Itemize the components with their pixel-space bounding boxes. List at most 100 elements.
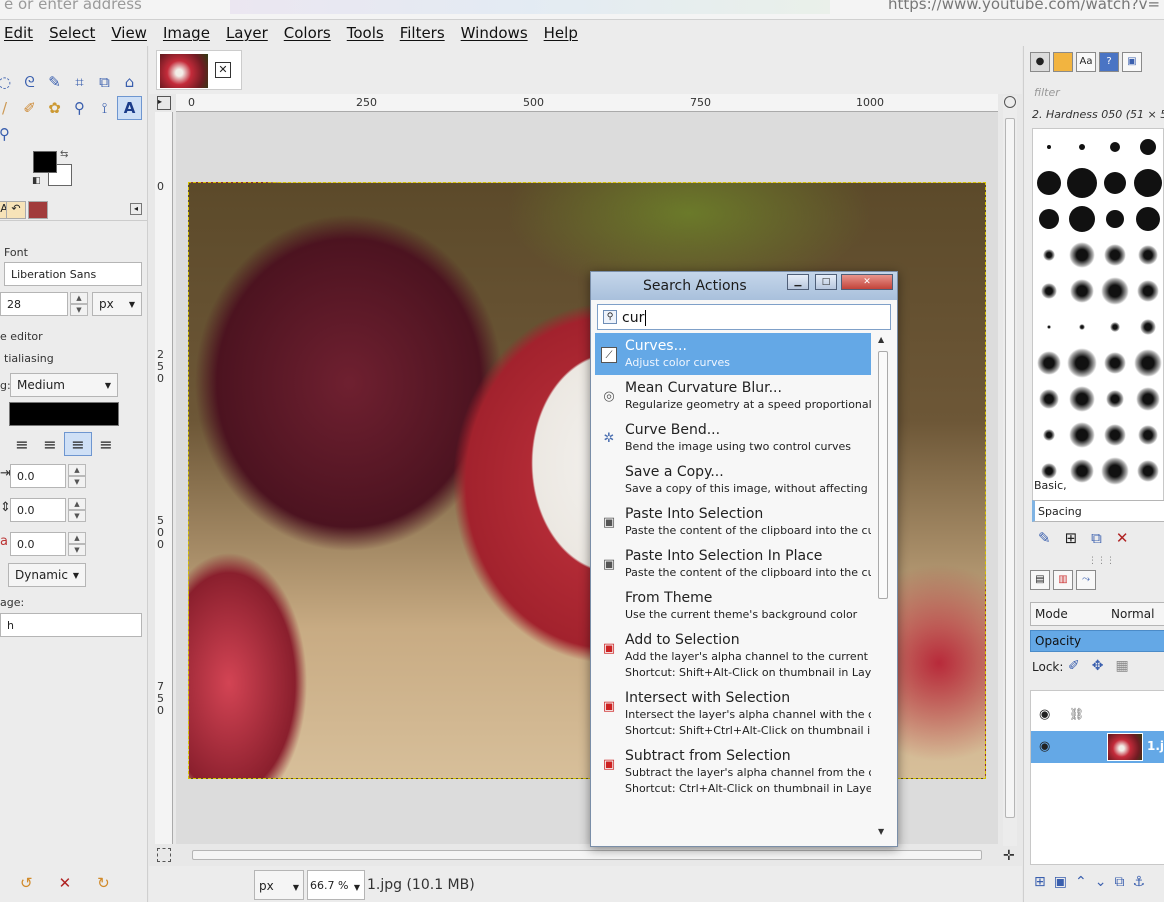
warp-icon[interactable]: ⌂ (117, 70, 142, 94)
brushes-tab-icon[interactable]: ● (1030, 52, 1050, 72)
brush-thumbnail[interactable] (1134, 169, 1162, 197)
list-item[interactable]: ◎ Mean Curvature Blur... Regularize geom… (595, 375, 871, 417)
brush-grid[interactable] (1032, 128, 1164, 514)
maximize-icon[interactable]: □ (815, 274, 837, 290)
brush-thumbnail[interactable] (1104, 424, 1126, 446)
raise-layer-icon[interactable]: ⌃ (1075, 874, 1087, 890)
brush-filter-input[interactable]: filter (1034, 86, 1060, 99)
free-select-icon[interactable]: ◌ (0, 70, 17, 94)
reset-colors-icon[interactable]: ◧ (32, 176, 41, 186)
line-spacing-field[interactable]: 0.0 (10, 498, 66, 522)
images-tab-icon[interactable] (28, 201, 48, 219)
lower-layer-icon[interactable]: ⌄ (1095, 874, 1107, 890)
eye-icon[interactable]: ◉ (1039, 707, 1050, 722)
brush-thumbnail[interactable] (1043, 249, 1055, 261)
brush-thumbnail[interactable] (1037, 171, 1061, 195)
document-tab-icon[interactable]: ▣ (1122, 52, 1142, 72)
list-item[interactable]: ▣ Add to Selection Add the layer's alpha… (595, 627, 871, 685)
size-field[interactable]: 28 (0, 292, 68, 316)
crop-icon[interactable]: ⌗ (67, 70, 92, 94)
close-icon[interactable]: ✕ (841, 274, 893, 290)
brush-thumbnail[interactable] (1138, 425, 1158, 445)
brush-thumbnail[interactable] (1140, 139, 1156, 155)
hinting-select[interactable]: Medium ▼ (10, 373, 118, 397)
brush-thumbnail[interactable] (1067, 348, 1097, 378)
language-field[interactable]: h (0, 613, 142, 637)
zoom-icon[interactable]: ⚲ (0, 122, 17, 146)
clone-icon[interactable]: ✿ (42, 96, 67, 120)
brush-thumbnail[interactable] (1104, 352, 1126, 374)
ruler-menu-icon[interactable]: ▸ (157, 96, 171, 110)
navigate-icon[interactable]: ✛ (1003, 848, 1015, 864)
new-brush-icon[interactable]: ⊞ (1065, 529, 1078, 547)
brush-icon[interactable]: ✐ (17, 96, 42, 120)
delete-icon[interactable]: ✕ (59, 874, 72, 892)
paths-tab-icon[interactable]: ⤳ (1076, 570, 1096, 590)
spacing-slider[interactable]: Spacing (1032, 500, 1164, 522)
letter-spacing-stepper[interactable]: ▲ ▼ (68, 532, 86, 556)
brush-thumbnail[interactable] (1110, 142, 1120, 152)
layer-row[interactable]: ◉ ⛓ (1031, 699, 1164, 731)
duplicate-layer-icon[interactable]: ⧉ (1114, 874, 1124, 890)
new-layer-icon[interactable]: ⊞ (1034, 874, 1046, 890)
transform-icon[interactable]: ⧉ (92, 70, 117, 94)
justify-center-icon[interactable]: ≡ (64, 432, 92, 456)
menu-edit[interactable]: Edit (0, 24, 41, 42)
quick-mask-icon[interactable] (157, 848, 171, 862)
layer-mode-select[interactable]: Mode Normal (1030, 602, 1164, 626)
font-field[interactable]: Liberation Sans (4, 262, 142, 286)
lasso-icon[interactable]: ᘓ (17, 70, 42, 94)
justify-right-icon[interactable]: ≡ (36, 432, 64, 456)
brush-thumbnail[interactable] (1137, 280, 1159, 302)
image-tab[interactable]: ✕ (156, 50, 242, 90)
chain-icon[interactable]: ⛓ (1069, 707, 1084, 721)
brush-thumbnail[interactable] (1134, 349, 1162, 377)
address-placeholder[interactable]: e or enter address (4, 0, 142, 13)
lock-position-icon[interactable]: ✥ (1092, 658, 1104, 674)
restore-icon[interactable]: ↺ (20, 874, 33, 892)
brush-thumbnail[interactable] (1047, 325, 1051, 329)
brush-thumbnail[interactable] (1079, 144, 1085, 150)
brush-thumbnail[interactable] (1067, 168, 1097, 198)
box-mode-select[interactable]: Dynamic ▼ (8, 563, 86, 587)
antialiasing-checkbox[interactable]: tialiasing (4, 352, 54, 365)
menu-image[interactable]: Image (155, 24, 218, 42)
minimize-icon[interactable]: ▁ (787, 274, 809, 290)
size-unit-select[interactable]: px ▼ (92, 292, 142, 316)
duplicate-brush-icon[interactable]: ⧉ (1091, 529, 1102, 547)
search-input[interactable]: ⚲ cur (597, 304, 891, 330)
use-editor-checkbox[interactable]: e editor (0, 330, 43, 343)
brush-thumbnail[interactable] (1070, 459, 1094, 483)
brush-thumbnail[interactable] (1047, 145, 1051, 149)
text-tool-icon[interactable]: A (117, 96, 142, 120)
list-item[interactable]: ▣ Paste Into Selection Paste the content… (595, 501, 871, 543)
list-item[interactable]: ▣ Intersect with Selection Intersect the… (595, 685, 871, 743)
brush-thumbnail[interactable] (1069, 422, 1095, 448)
vertical-scrollbar[interactable] (1003, 96, 1017, 846)
brush-thumbnail[interactable] (1110, 322, 1120, 332)
menu-filters[interactable]: Filters (392, 24, 453, 42)
menu-tools[interactable]: Tools (339, 24, 392, 42)
brush-thumbnail[interactable] (1079, 324, 1085, 330)
brush-thumbnail[interactable] (1043, 429, 1055, 441)
brush-thumbnail[interactable] (1138, 245, 1158, 265)
vertical-scrollbar-thumb[interactable] (1005, 118, 1015, 818)
new-layer-group-icon[interactable]: ▣ (1054, 874, 1067, 890)
menu-colors[interactable]: Colors (276, 24, 339, 42)
brush-thumbnail[interactable] (1041, 283, 1057, 299)
heal-icon[interactable]: ⚲ (67, 96, 92, 120)
menu-help[interactable]: Help (536, 24, 586, 42)
indent-field[interactable]: 0.0 (10, 464, 66, 488)
layer-row[interactable]: ◉ 1.jpg (1031, 731, 1164, 763)
list-item[interactable]: ✲ Curve Bend... Bend the image using two… (595, 417, 871, 459)
brush-thumbnail[interactable] (1041, 463, 1057, 479)
brush-thumbnail[interactable] (1104, 172, 1126, 194)
eye-icon[interactable]: ◉ (1039, 739, 1050, 754)
brush-thumbnail[interactable] (1037, 351, 1061, 375)
menu-select[interactable]: Select (41, 24, 103, 42)
brush-thumbnail[interactable] (1137, 460, 1159, 482)
list-item[interactable]: Save a Copy... Save a copy of this image… (595, 459, 871, 501)
brush-thumbnail[interactable] (1140, 319, 1156, 335)
brush-thumbnail[interactable] (1070, 279, 1094, 303)
address-url[interactable]: https://www.youtube.com/watch?v= (888, 0, 1160, 13)
